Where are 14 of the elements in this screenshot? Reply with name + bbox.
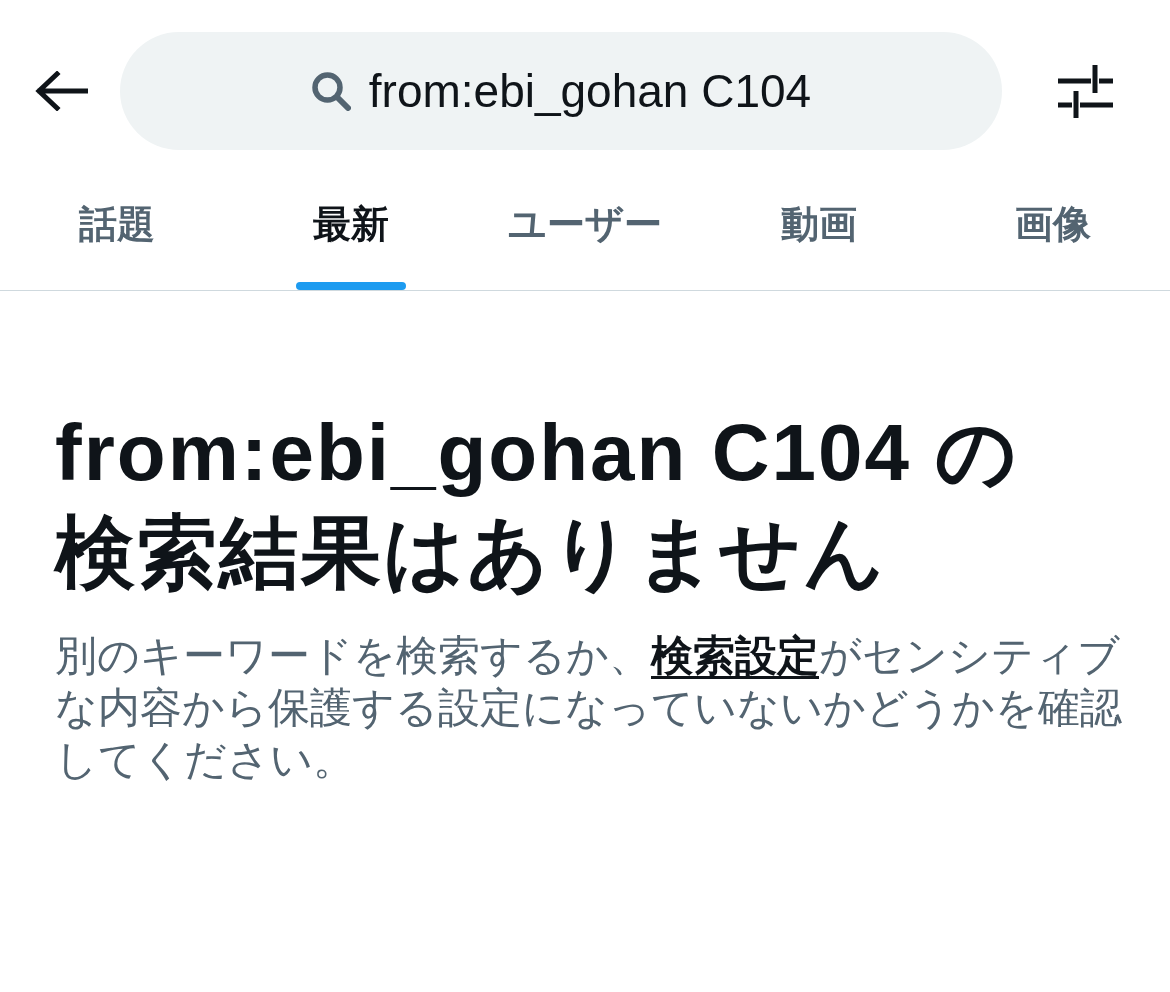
tab[interactable]: 画像 — [936, 170, 1170, 290]
filter-settings-button[interactable] — [1058, 64, 1113, 118]
search-field[interactable]: from:ebi_gohan C104 — [120, 32, 1002, 150]
no-results-heading: from:ebi_gohan C104 の検索結果はありません — [55, 407, 1021, 599]
tab[interactable]: 話題 — [0, 170, 234, 290]
search-icon — [310, 71, 351, 111]
search-settings-link[interactable]: 検索設定 — [651, 632, 819, 679]
back-button[interactable] — [35, 71, 88, 111]
tab[interactable]: 最新 — [234, 170, 468, 290]
tab[interactable]: ユーザー — [468, 170, 702, 290]
tab[interactable]: 動画 — [702, 170, 936, 290]
back-arrow-icon — [35, 71, 88, 111]
sliders-icon — [1058, 64, 1113, 118]
no-results-message: 別のキーワードを検索するか、検索設定がセンシティブな内容から保護する設定になっていないかどうかを確認してください。 — [55, 631, 1123, 785]
